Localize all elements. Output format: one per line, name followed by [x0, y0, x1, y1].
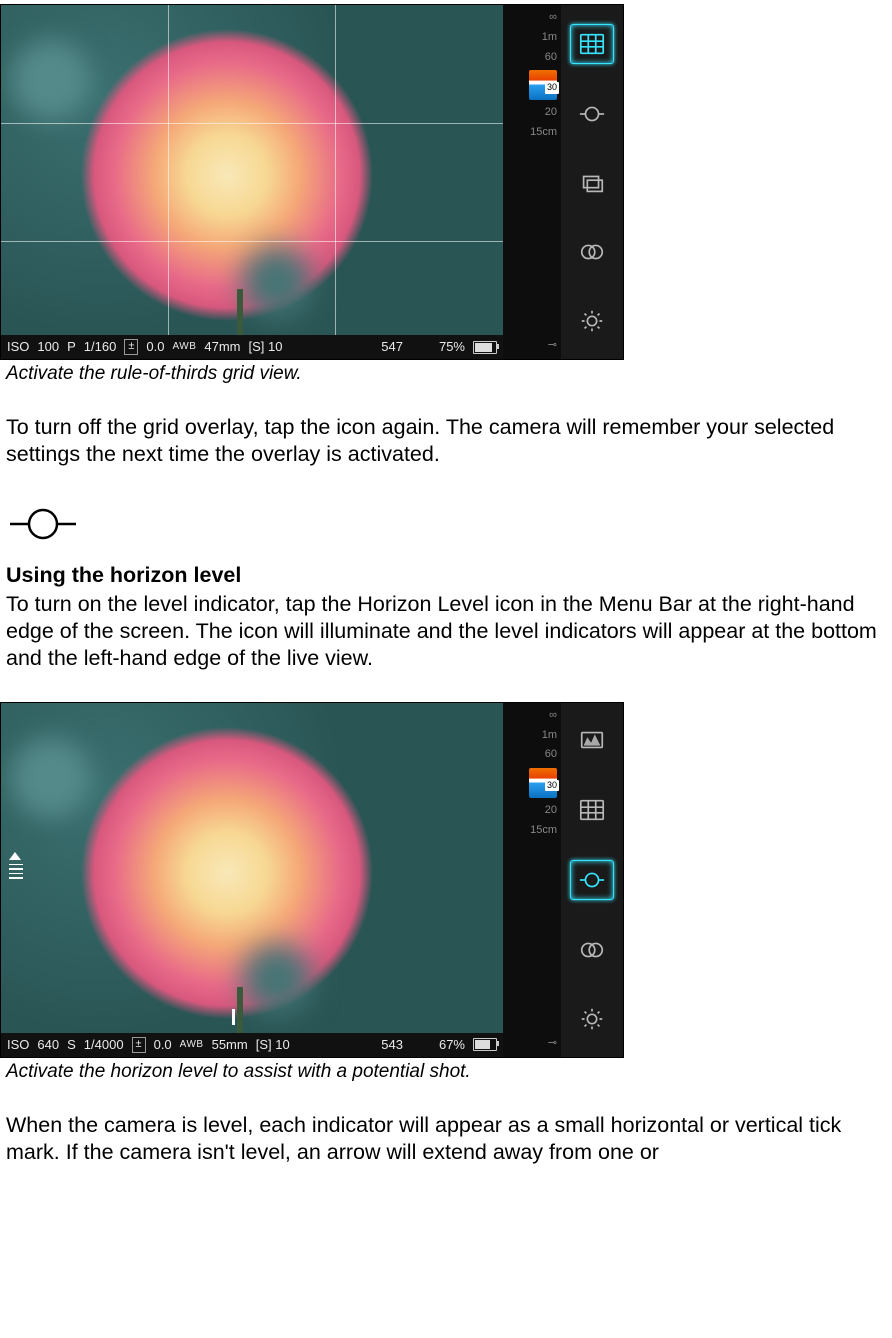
drive: [S] 10: [249, 339, 283, 355]
grid-line: [1, 241, 503, 242]
grid-icon[interactable]: [570, 24, 614, 64]
section-body: To turn on the level indicator, tap the …: [6, 591, 886, 672]
awb: AWB: [180, 1039, 204, 1052]
focus-inf: ∞: [549, 709, 557, 723]
focus-20: 20: [545, 804, 557, 818]
grid-line: [1, 123, 503, 124]
ev-icon: ±: [132, 1037, 146, 1053]
grid-icon[interactable]: [571, 791, 613, 829]
section-heading: Using the horizon level: [6, 562, 886, 589]
battery-pct: 75%: [439, 339, 465, 355]
drive: [S] 10: [256, 1037, 290, 1053]
focal: 47mm: [204, 339, 240, 355]
grid-line: [335, 5, 336, 359]
iso-value: 100: [37, 339, 59, 355]
focus-end: ⊸: [548, 1037, 557, 1051]
focus-1m: 1m: [542, 31, 557, 45]
camera-figure-grid: ISO 100 P 1/160 ± 0.0 AWB 47mm [S] 10 54…: [0, 4, 624, 360]
ev-value: 0.0: [146, 339, 164, 355]
overlay-mode-icon[interactable]: [571, 164, 613, 202]
paragraph-grid-off: To turn off the grid overlay, tap the ic…: [6, 414, 886, 468]
shutter: 1/160: [84, 339, 117, 355]
focus-1m: 1m: [542, 729, 557, 743]
menu-bar: [561, 703, 623, 1057]
live-view: ISO 640 S 1/4000 ± 0.0 AWB 55mm [S] 10 5…: [1, 703, 503, 1057]
horizon-level-icon[interactable]: [570, 860, 614, 900]
focus-15cm: 15cm: [530, 824, 557, 838]
settings-gear-icon[interactable]: [571, 302, 613, 340]
mode: P: [67, 339, 76, 355]
horizon-level-icon[interactable]: [571, 95, 613, 133]
status-bar: ISO 100 P 1/160 ± 0.0 AWB 47mm [S] 10 54…: [1, 335, 503, 359]
shutter: 1/4000: [84, 1037, 124, 1053]
focus-bar: 30: [529, 768, 557, 798]
menu-bar: [561, 5, 623, 359]
vertical-level-indicator: [9, 852, 23, 882]
battery-pct: 67%: [439, 1037, 465, 1053]
lens-icon[interactable]: [571, 233, 613, 271]
histogram-icon[interactable]: [571, 721, 613, 759]
focus-60: 60: [545, 748, 557, 762]
focus-scale: ∞ 1m 60 30 20 15cm ⊸: [503, 703, 561, 1057]
ev-value: 0.0: [154, 1037, 172, 1053]
focus-inf: ∞: [549, 11, 557, 25]
iso-label: ISO: [7, 1037, 29, 1053]
focus-20: 20: [545, 106, 557, 120]
horizontal-level-indicator: [232, 1009, 235, 1025]
focal: 55mm: [212, 1037, 248, 1053]
shots-remaining: 543: [381, 1037, 403, 1053]
ev-icon: ±: [124, 339, 138, 355]
lens-icon[interactable]: [571, 931, 613, 969]
awb: AWB: [172, 341, 196, 354]
figure2-caption: Activate the horizon level to assist wit…: [6, 1060, 886, 1084]
level-ticks: [9, 864, 23, 879]
settings-gear-icon[interactable]: [571, 1000, 613, 1038]
iso-value: 640: [37, 1037, 59, 1053]
focus-bar: 30: [529, 70, 557, 100]
focus-15cm: 15cm: [530, 126, 557, 140]
focus-scale: ∞ 1m 60 30 20 15cm ⊸: [503, 5, 561, 359]
mode: S: [67, 1037, 76, 1053]
figure1-caption: Activate the rule-of-thirds grid view.: [6, 362, 886, 386]
battery-icon: [473, 341, 497, 354]
battery-icon: [473, 1038, 497, 1051]
level-arrow-icon: [9, 852, 21, 860]
live-view: ISO 100 P 1/160 ± 0.0 AWB 47mm [S] 10 54…: [1, 5, 503, 359]
camera-figure-horizon: ISO 640 S 1/4000 ± 0.0 AWB 55mm [S] 10 5…: [0, 702, 624, 1058]
focus-60: 60: [545, 51, 557, 65]
status-bar: ISO 640 S 1/4000 ± 0.0 AWB 55mm [S] 10 5…: [1, 1033, 503, 1057]
focus-end: ⊸: [548, 339, 557, 353]
iso-label: ISO: [7, 339, 29, 355]
paragraph-level-behavior: When the camera is level, each indicator…: [6, 1112, 886, 1166]
grid-line: [168, 5, 169, 359]
shots-remaining: 547: [381, 339, 403, 355]
horizon-section-icon: [6, 498, 886, 557]
